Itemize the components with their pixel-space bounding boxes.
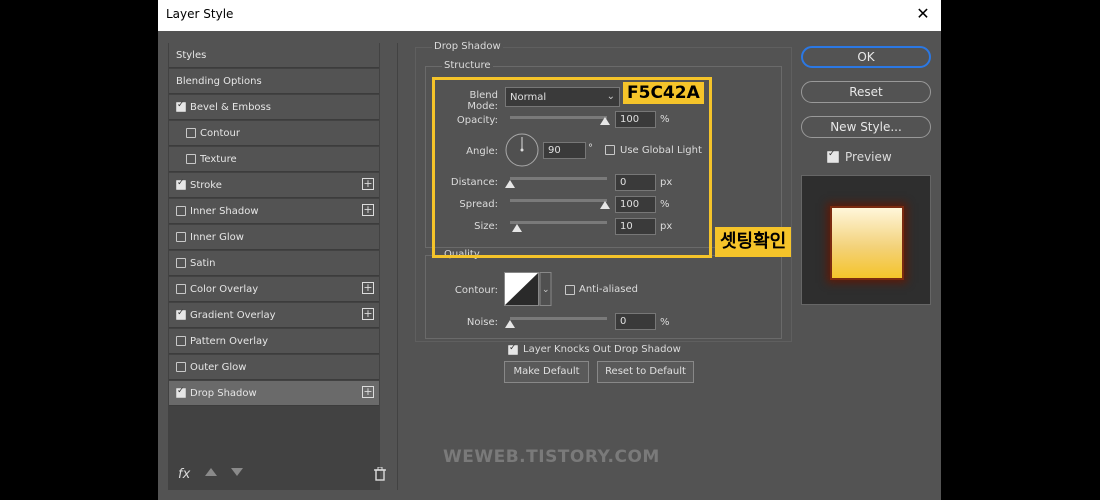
add-effect-icon[interactable]: + <box>362 204 374 216</box>
preview-label: Preview <box>845 150 892 164</box>
style-item-checkbox[interactable] <box>176 178 186 190</box>
window-title: Layer Style <box>166 7 234 21</box>
reset-button[interactable]: Reset <box>801 81 931 103</box>
style-item-label: Texture <box>200 154 237 165</box>
style-item-label: Color Overlay <box>190 284 259 295</box>
noise-slider-track[interactable] <box>510 317 607 320</box>
styles-list-scrollbar[interactable] <box>380 43 397 490</box>
style-item-label: Blending Options <box>176 76 262 87</box>
style-item-checkbox[interactable] <box>176 336 186 346</box>
style-item-drop-shadow[interactable]: Drop Shadow + <box>169 381 379 406</box>
anti-aliased-label: Anti-aliased <box>579 284 639 295</box>
style-item-styles[interactable]: Styles <box>169 43 379 68</box>
style-item-label: Bevel & Emboss <box>190 102 271 113</box>
style-item-stroke[interactable]: Stroke + <box>169 173 379 198</box>
close-icon[interactable]: ✕ <box>915 6 931 22</box>
style-item-checkbox[interactable] <box>176 100 186 112</box>
make-default-button[interactable]: Make Default <box>504 361 589 383</box>
style-item-checkbox[interactable] <box>176 206 186 216</box>
new-style-button[interactable]: New Style... <box>801 116 931 138</box>
style-item-checkbox[interactable] <box>176 258 186 268</box>
styles-list-panel: Styles Blending Options Bevel & Emboss Cont… <box>168 43 398 490</box>
style-item-label: Satin <box>190 258 216 269</box>
reset-to-default-button[interactable]: Reset to Default <box>597 361 694 383</box>
settings-highlight-box <box>432 77 712 258</box>
style-item-inner-glow[interactable]: Inner Glow <box>169 225 379 250</box>
style-item-label: Gradient Overlay <box>190 310 276 321</box>
style-item-texture[interactable]: Texture <box>169 147 379 172</box>
noise-unit: % <box>660 317 670 328</box>
knockout-checkbox[interactable] <box>508 343 518 355</box>
style-item-label: Contour <box>200 128 240 139</box>
style-item-checkbox[interactable] <box>176 232 186 242</box>
style-item-label: Styles <box>176 50 207 61</box>
preview-thumbnail <box>801 175 931 305</box>
style-item-pattern-overlay[interactable]: Pattern Overlay <box>169 329 379 354</box>
preview-swatch <box>830 206 904 280</box>
style-item-contour[interactable]: Contour <box>169 121 379 146</box>
style-item-label: Outer Glow <box>190 362 247 373</box>
arrow-down-icon[interactable] <box>231 468 243 476</box>
styles-list-footer: fx <box>168 461 386 490</box>
svg-text:⌄: ⌄ <box>542 285 550 295</box>
style-item-checkbox[interactable] <box>176 386 186 398</box>
structure-title: Structure <box>442 60 493 71</box>
style-item-checkbox[interactable] <box>186 154 196 164</box>
noise-label: Noise: <box>466 317 498 328</box>
style-item-checkbox[interactable] <box>176 284 186 294</box>
style-item-label: Inner Shadow <box>190 206 259 217</box>
add-effect-icon[interactable]: + <box>362 308 374 320</box>
ok-button[interactable]: OK <box>801 46 931 68</box>
preview-checkbox[interactable] <box>827 149 839 163</box>
style-item-inner-shadow[interactable]: Inner Shadow + <box>169 199 379 224</box>
style-item-checkbox[interactable] <box>176 362 186 372</box>
settings-check-tag: 셋팅확인 <box>715 227 792 257</box>
style-item-blending-options[interactable]: Blending Options <box>169 69 379 94</box>
fx-menu-button[interactable]: fx <box>178 467 190 482</box>
add-effect-icon[interactable]: + <box>362 178 374 190</box>
style-item-bevel-emboss[interactable]: Bevel & Emboss <box>169 95 379 120</box>
trash-icon[interactable] <box>374 467 386 481</box>
style-item-satin[interactable]: Satin <box>169 251 379 276</box>
style-item-checkbox[interactable] <box>186 128 196 138</box>
drop-shadow-title: Drop Shadow <box>432 41 503 52</box>
style-item-label: Pattern Overlay <box>190 336 269 347</box>
title-bar: Layer Style ✕ <box>158 0 941 31</box>
add-effect-icon[interactable]: + <box>362 386 374 398</box>
anti-aliased-checkbox[interactable] <box>565 285 575 295</box>
noise-field[interactable]: 0 <box>615 313 656 330</box>
contour-picker[interactable]: ⌄ <box>504 272 552 306</box>
add-effect-icon[interactable]: + <box>362 282 374 294</box>
style-item-checkbox[interactable] <box>176 308 186 320</box>
style-item-label: Inner Glow <box>190 232 244 243</box>
style-item-color-overlay[interactable]: Color Overlay + <box>169 277 379 302</box>
watermark: WEWEB.TISTORY.COM <box>443 447 660 467</box>
contour-label: Contour: <box>454 285 498 296</box>
style-item-label: Stroke <box>190 180 222 191</box>
style-item-outer-glow[interactable]: Outer Glow <box>169 355 379 380</box>
knockout-label: Layer Knocks Out Drop Shadow <box>523 344 681 355</box>
noise-slider-thumb[interactable] <box>505 320 515 328</box>
color-code-tag: F5C42A <box>623 82 704 104</box>
style-item-gradient-overlay[interactable]: Gradient Overlay + <box>169 303 379 328</box>
arrow-up-icon[interactable] <box>205 468 217 476</box>
style-item-label: Drop Shadow <box>190 388 257 399</box>
